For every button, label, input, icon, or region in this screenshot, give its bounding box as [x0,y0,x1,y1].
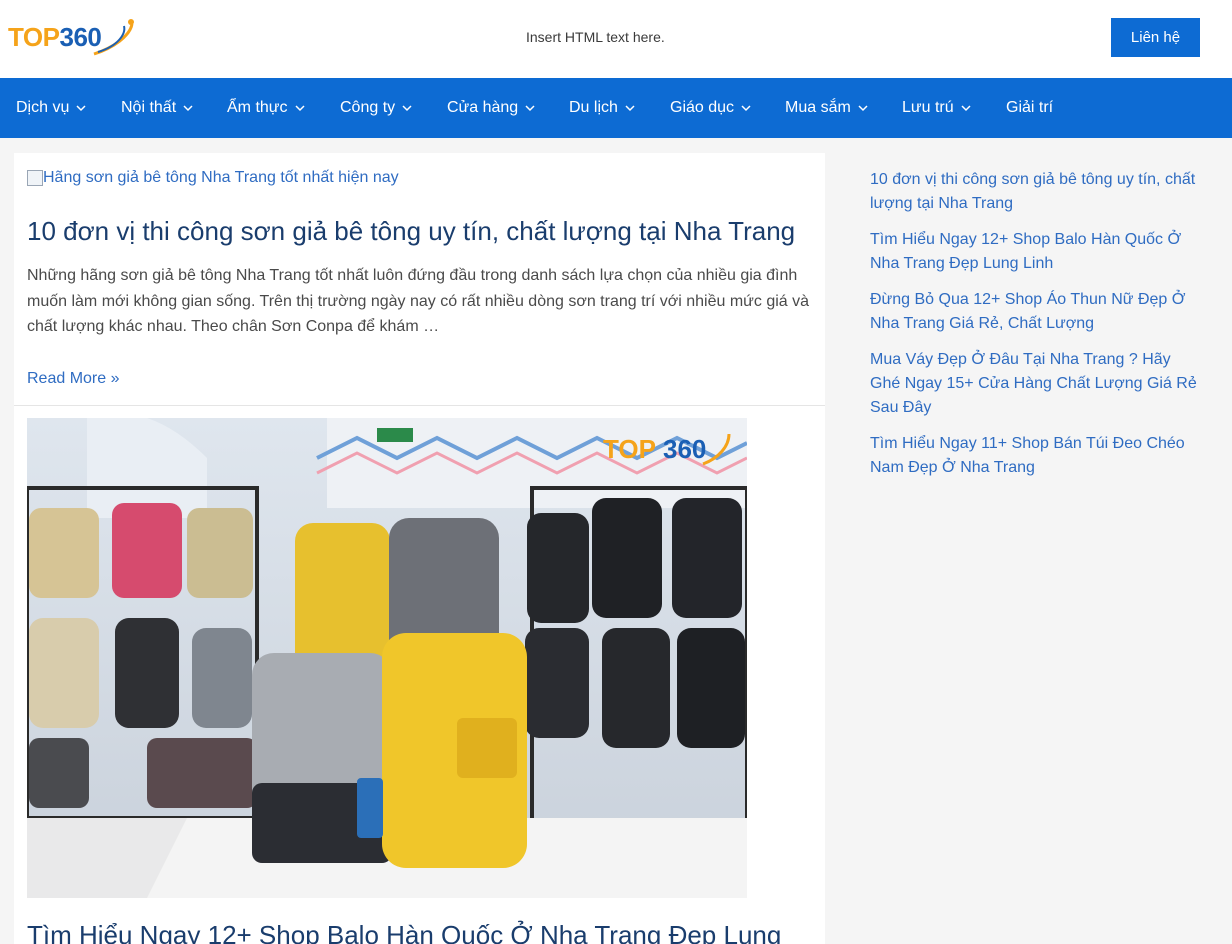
recent-posts-sidebar: 10 đơn vị thi công sơn giả bê tông uy tí… [870,168,1200,492]
chevron-down-icon [183,105,193,112]
site-header: TOP360 Insert HTML text here. Liên hệ [0,0,1232,78]
post-card: Hãng sơn giả bê tông Nha Trang tốt nhất … [14,153,825,405]
chevron-down-icon [625,105,635,112]
sidebar-link[interactable]: Tìm Hiểu Ngay 12+ Shop Balo Hàn Quốc Ở N… [870,228,1200,276]
nav-item-cua-hang[interactable]: Cửa hàng [447,78,535,138]
post-featured-image[interactable]: TOP 360 [27,418,747,898]
sidebar-link[interactable]: 10 đơn vị thi công sơn giả bê tông uy tí… [870,168,1200,216]
sidebar-link[interactable]: Tìm Hiểu Ngay 11+ Shop Bán Túi Đeo Chéo … [870,432,1200,480]
chevron-down-icon [525,105,535,112]
contact-button[interactable]: Liên hệ [1111,18,1200,57]
nav-item-label: Giải trí [1006,99,1054,116]
logo-swoosh-icon [93,19,134,56]
nav-item-giai-tri[interactable]: Giải trí [1006,78,1053,138]
nav-item-label: Ẩm thực [227,99,288,116]
post-thumbnail-broken[interactable]: Hãng sơn giả bê tông Nha Trang tốt nhất … [27,169,399,187]
chevron-down-icon [402,105,412,112]
chevron-down-icon [76,105,86,112]
nav-item-giao-duc[interactable]: Giáo dục [670,78,751,138]
nav-item-label: Cửa hàng [447,99,519,116]
watermark-text-b: 360 [663,434,706,464]
post-card: TOP 360 Tìm Hiểu Ngay 12+ Shop Balo Hàn … [14,406,825,944]
nav-item-label: Nội thất [121,99,177,116]
nav-item-label: Công ty [340,99,396,116]
nav-item-noi-that[interactable]: Nội thất [121,78,193,138]
nav-item-label: Giáo dục [670,99,735,116]
nav-item-label: Lưu trú [902,99,954,116]
sidebar-link[interactable]: Đừng Bỏ Qua 12+ Shop Áo Thun Nữ Đẹp Ở Nh… [870,288,1200,336]
broken-image-icon [27,170,43,186]
header-custom-text: Insert HTML text here. [526,29,665,45]
post-excerpt: Những hãng sơn giả bê tông Nha Trang tốt… [27,267,810,335]
post-thumbnail-alt: Hãng sơn giả bê tông Nha Trang tốt nhất … [43,169,399,186]
watermark-text-a: TOP [603,434,656,464]
chevron-down-icon [294,105,305,112]
nav-item-dich-vu[interactable]: Dịch vụ [16,78,86,138]
nav-item-mua-sam[interactable]: Mua sắm [785,78,868,138]
post-title[interactable]: 10 đơn vị thi công sơn giả bê tông uy tí… [27,216,795,247]
site-logo[interactable]: TOP360 [8,16,138,58]
post-title[interactable]: Tìm Hiểu Ngay 12+ Shop Balo Hàn Quốc Ở N… [27,920,781,944]
nav-item-am-thuc[interactable]: Ẩm thực [227,78,305,138]
nav-item-label: Mua sắm [785,99,851,116]
nav-item-label: Dịch vụ [16,99,70,116]
nav-item-luu-tru[interactable]: Lưu trú [902,78,971,138]
main-navigation: Dịch vụ Nội thất Ẩm thực Công ty Cửa hàn… [0,78,1232,138]
nav-item-du-lich[interactable]: Du lịch [569,78,635,138]
chevron-down-icon [741,105,751,112]
chevron-down-icon [858,105,868,112]
sidebar-link[interactable]: Mua Váy Đẹp Ở Đâu Tại Nha Trang ? Hãy Gh… [870,348,1200,420]
nav-item-cong-ty[interactable]: Công ty [340,78,412,138]
chevron-down-icon [961,105,971,112]
nav-item-label: Du lịch [569,99,618,116]
backpack-store-photo: TOP 360 [27,418,747,898]
read-more-link[interactable]: Read More » [27,370,120,388]
